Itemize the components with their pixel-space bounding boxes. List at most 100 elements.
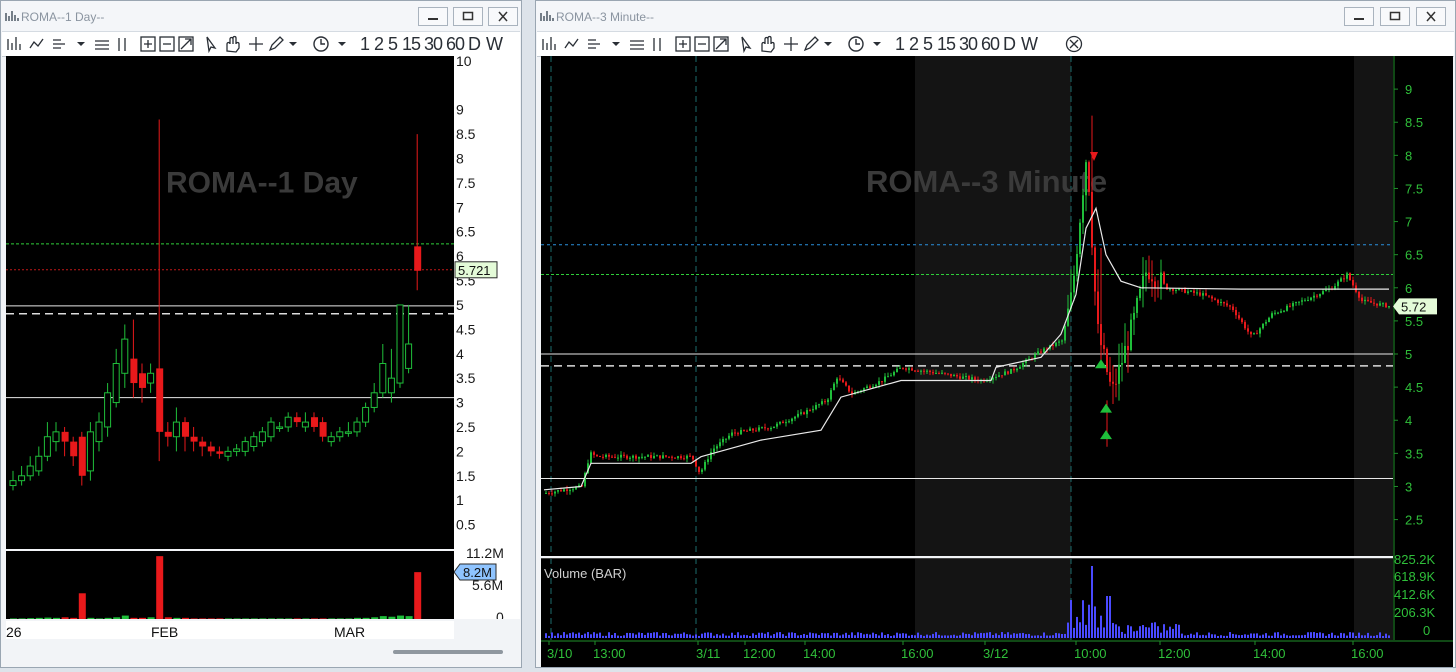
volume-bar	[1250, 633, 1252, 638]
candle-body	[845, 382, 847, 386]
price-tick: 6.5	[456, 224, 476, 240]
volume-bar	[1118, 626, 1120, 638]
timeframe-d[interactable]: D	[468, 34, 481, 55]
line-style-icon[interactable]	[564, 38, 579, 49]
candle-body	[818, 404, 820, 406]
timeframe-2[interactable]: 2	[909, 34, 919, 55]
close-button[interactable]	[1416, 7, 1446, 26]
volume-bar	[1211, 634, 1213, 638]
indicator-icon[interactable]	[588, 39, 600, 49]
candle	[833, 382, 835, 391]
candle-body	[596, 454, 598, 457]
candle	[104, 383, 112, 437]
timeframe-60[interactable]: 60	[981, 34, 1000, 55]
fit-icon[interactable]	[713, 36, 729, 52]
vertical-line-icon[interactable]	[653, 38, 661, 51]
volume-bar	[216, 618, 224, 619]
last-price-tag-text: 5.721	[458, 263, 491, 278]
candle	[1262, 323, 1264, 330]
timeframe-60[interactable]: 60	[446, 34, 465, 55]
pencil-icon[interactable]	[803, 36, 819, 52]
candle-body	[1310, 297, 1312, 300]
intraday-volume-chart[interactable]: Volume (BAR)	[541, 558, 1393, 640]
volume-bar	[1247, 634, 1249, 638]
fit-icon[interactable]	[178, 36, 194, 52]
volume-bar	[902, 633, 904, 638]
timeframe-15[interactable]: 15	[402, 34, 421, 55]
close-button[interactable]	[488, 7, 518, 26]
timeframe-w[interactable]: W	[1021, 34, 1038, 55]
timeframe-d[interactable]: D	[1003, 34, 1016, 55]
candle-body	[1205, 293, 1207, 296]
clock-icon[interactable]	[847, 35, 891, 53]
hand-icon[interactable]	[761, 35, 775, 53]
timeframe-30[interactable]: 30	[424, 34, 443, 55]
candle	[1175, 288, 1177, 294]
minimize-button[interactable]	[1344, 7, 1374, 26]
zoom-out-icon[interactable]	[159, 36, 175, 52]
candle	[812, 405, 814, 413]
maximize-button[interactable]	[453, 7, 483, 26]
hand-icon[interactable]	[226, 35, 240, 53]
horizontal-scrollbar[interactable]	[393, 650, 503, 654]
daily-volume-chart[interactable]	[6, 551, 454, 619]
pencil-icon[interactable]	[268, 36, 284, 52]
volume-bar	[1280, 635, 1282, 638]
horizontal-line-icon[interactable]	[630, 40, 644, 50]
bar-style-icon[interactable]	[7, 37, 21, 50]
timeframe-5[interactable]: 5	[923, 34, 933, 55]
volume-bar	[905, 633, 907, 638]
close-icon	[1426, 11, 1436, 22]
cursor-icon[interactable]	[206, 36, 217, 53]
clear-drawings-icon[interactable]	[1065, 35, 1085, 53]
candle-body	[1076, 253, 1078, 276]
indicator-icon[interactable]	[53, 39, 65, 49]
intraday-price-chart[interactable]: ROMA--3 Minute	[541, 56, 1393, 556]
volume-bar	[686, 634, 688, 638]
timeframe-5[interactable]: 5	[388, 34, 398, 55]
candle-body	[1229, 305, 1231, 307]
cursor-icon[interactable]	[741, 36, 752, 53]
candle-body	[557, 490, 559, 492]
candle	[881, 381, 883, 386]
candle-body	[635, 455, 637, 459]
line-style-icon[interactable]	[29, 38, 44, 49]
timeframe-30[interactable]: 30	[959, 34, 978, 55]
maximize-button[interactable]	[1380, 7, 1410, 26]
timeframe-w[interactable]: W	[486, 34, 503, 55]
candle-body	[267, 421, 275, 438]
candle-body	[911, 368, 913, 371]
clock-icon[interactable]	[312, 35, 356, 53]
volume-bar	[1022, 632, 1024, 638]
candle	[18, 466, 26, 486]
zoom-in-icon[interactable]	[675, 36, 691, 52]
candle	[911, 366, 913, 371]
bar-style-icon[interactable]	[542, 37, 556, 50]
crosshair-icon[interactable]	[249, 37, 263, 51]
zoom-out-icon[interactable]	[694, 36, 710, 52]
candle-body	[758, 427, 760, 431]
minimize-button[interactable]	[418, 7, 448, 26]
candle	[1157, 280, 1159, 298]
candle-body	[815, 405, 817, 410]
price-tick: 8.5	[1405, 115, 1423, 130]
candle-body	[1082, 195, 1084, 223]
timeframe-15[interactable]: 15	[937, 34, 956, 55]
volume-bar	[638, 632, 640, 638]
volume-bar	[1166, 630, 1168, 638]
volume-bar	[818, 635, 820, 638]
horizontal-line-icon[interactable]	[95, 40, 109, 50]
timeframe-1[interactable]: 1	[895, 34, 905, 55]
volume-bar	[677, 633, 679, 638]
timeframe-2[interactable]: 2	[374, 34, 384, 55]
crosshair-icon[interactable]	[784, 37, 798, 51]
volume-bar	[53, 617, 60, 619]
volume-bar	[725, 635, 727, 638]
daily-price-chart[interactable]: ROMA--1 Day	[6, 56, 454, 549]
zoom-in-icon[interactable]	[140, 36, 156, 52]
vertical-line-icon[interactable]	[118, 38, 126, 51]
timeframe-1[interactable]: 1	[360, 34, 370, 55]
candle	[722, 436, 724, 446]
volume-bar	[1055, 632, 1057, 638]
candle	[638, 456, 640, 463]
